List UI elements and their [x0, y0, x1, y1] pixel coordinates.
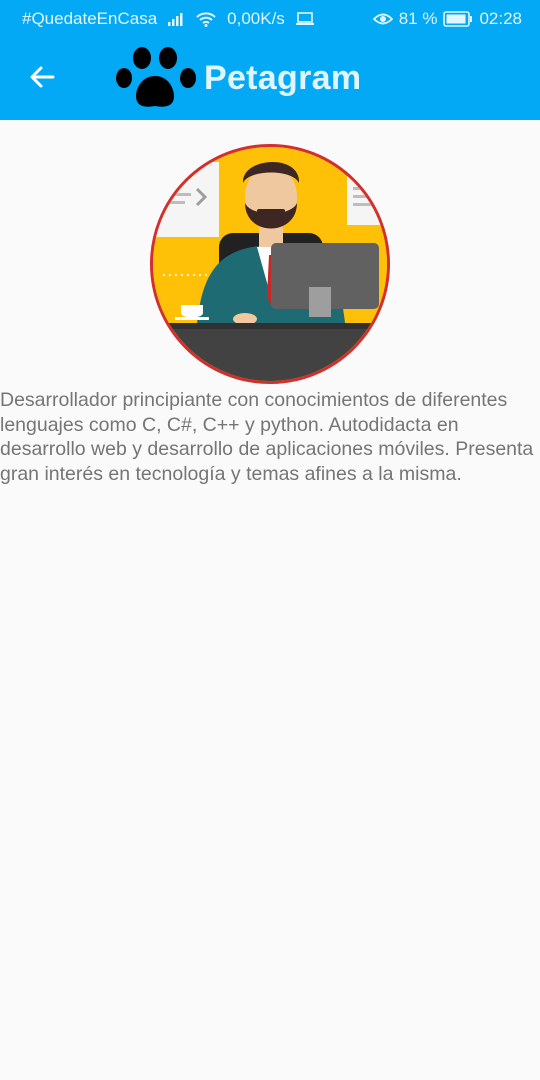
status-time: 02:28	[479, 9, 522, 28]
arrow-left-icon	[29, 65, 55, 94]
profile-photo	[150, 144, 390, 384]
app-title: Petagram	[204, 59, 362, 97]
back-button[interactable]	[22, 59, 62, 99]
laptop-icon	[295, 12, 315, 26]
status-hashtag: #QuedateEnCasa	[22, 9, 158, 28]
signal-icon	[167, 12, 185, 26]
developer-avatar-icon	[153, 147, 387, 381]
battery-percent: 81 %	[398, 9, 438, 28]
status-bar: #QuedateEnCasa 0,00K/s 81 % 02:28	[0, 0, 540, 38]
app-bar: Petagram	[0, 38, 540, 120]
eye-icon	[372, 12, 393, 26]
wifi-icon	[195, 11, 217, 27]
battery-icon	[443, 11, 473, 27]
network-speed: 0,00K/s	[227, 9, 285, 28]
profile-bio: Desarrollador principiante con conocimie…	[0, 389, 534, 485]
paw-icon	[114, 44, 198, 119]
